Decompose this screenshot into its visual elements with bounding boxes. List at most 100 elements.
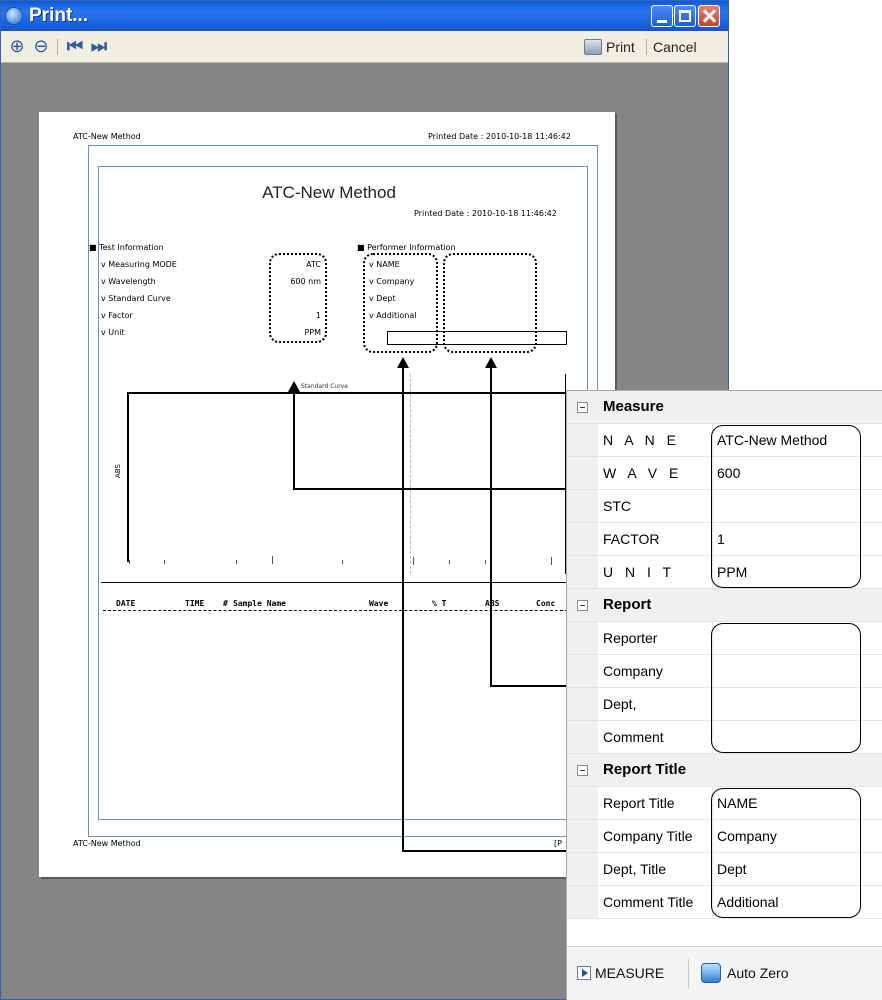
title-bar[interactable]: Print... [1,1,728,31]
category-measure[interactable]: Measure [567,391,882,424]
report-title-values-highlight [711,788,861,918]
property-name: Dept, [603,696,637,712]
property-name: Report Title [603,795,675,811]
property-name: U N I T [603,564,676,580]
collapse-icon[interactable] [577,600,588,611]
close-button[interactable] [698,5,720,27]
property-name: FACTOR [603,531,660,547]
annotation-arrow-line [127,392,129,562]
collapse-icon[interactable] [577,765,588,776]
property-name: Comment Title [603,894,694,910]
test-label: v Measuring MODE [101,260,177,269]
category-label: Measure [603,398,664,415]
property-name: N A N E [603,432,681,448]
annotation-arrow-line [293,391,295,490]
chart-tick [485,560,486,564]
print-label: Print [606,39,635,55]
table-header-divider [103,610,603,611]
auto-zero-label: Auto Zero [727,965,789,981]
cancel-button[interactable]: Cancel [653,37,697,57]
property-name: Dept, Title [603,861,667,877]
toolbar-separator [57,39,58,55]
property-name: Company Title [603,828,693,844]
maximize-button[interactable] [674,5,696,27]
test-value: 1 [315,311,321,320]
panel-action-bar: MEASURE Auto Zero [567,946,882,1000]
test-value: 600 nm [290,277,321,286]
report-printed-date: Printed Date : 2010-10-18 11:46:42 [414,209,557,218]
action-separator [688,959,689,989]
page-header-left: ATC-New Method [73,132,141,141]
column-header: Wave [369,599,389,608]
window-title: Print... [29,5,89,26]
page-footer-right: [P [554,839,562,848]
first-page-icon[interactable]: ⏮ [65,37,85,57]
property-name: W A V E [603,465,683,481]
zoom-in-icon[interactable]: ⊕ [7,37,27,57]
next-page-icon[interactable]: ⏭ [89,37,109,57]
annotation-arrow-line [490,367,492,687]
page-footer-left: ATC-New Method [73,839,141,848]
property-name: Reporter [603,630,658,646]
report-title: ATC-New Method [262,183,396,202]
chart-title: Standard Curve [301,383,348,390]
print-preview-page: ATC-New Method Printed Date : 2010-10-18… [39,112,615,877]
test-info-heading: ■ Test Information [89,243,164,252]
chart-tick [129,560,130,564]
toolbar: ⊕ ⊖ ⏮ ⏭ Print Cancel [1,31,728,63]
test-label: v Wavelength [101,277,156,286]
chart-tick [236,560,237,564]
chart-tick [551,557,552,565]
category-label: Report Title [603,761,687,778]
chart-gridline [410,374,411,574]
annotation-arrow-line [402,367,404,852]
property-name: Comment [603,729,664,745]
performer-label: v Dept [369,294,396,303]
report-values-highlight [711,623,861,753]
test-value: ATC [306,260,321,269]
auto-zero-icon [701,963,721,983]
app-icon [5,7,23,25]
property-name: STC [603,498,631,514]
measure-values-highlight [711,425,861,588]
column-header: Conc [536,599,556,608]
test-label: v Unit [101,328,125,337]
column-header: DATE [116,599,136,608]
performer-label: v Company [369,277,415,286]
toolbar-separator [646,39,647,55]
column-header: Sample Name [233,599,286,608]
collapse-icon[interactable] [577,402,588,413]
play-icon [577,966,591,980]
column-header: TIME [185,599,205,608]
column-header: ABS [485,599,500,608]
auto-zero-button[interactable]: Auto Zero [701,963,788,983]
measure-button-label: MEASURE [595,965,665,981]
chart-bottom-line [101,582,566,583]
category-label: Report [603,596,652,613]
annotation-arrow-line [127,392,567,394]
chart-tick [164,560,165,564]
property-name: Company [603,663,663,679]
test-label: v Factor [101,311,133,320]
chart-tick [342,560,343,564]
print-button[interactable]: Print [584,37,635,57]
column-header: # [223,599,228,608]
category-report[interactable]: Report [567,589,882,622]
measure-button[interactable]: MEASURE [577,965,664,981]
performer-info-heading: ■ Performer Information [357,243,456,252]
page-header-right: Printed Date : 2010-10-18 11:46:42 [428,132,571,141]
printer-icon [584,39,602,55]
chart-tick [449,560,450,564]
chart-tick [272,556,273,564]
property-grid-panel: Measure N A N E ATC-New Method W A V E 6… [566,390,882,1000]
minimize-button[interactable] [651,5,673,27]
y-axis-label: ABS [113,464,122,478]
column-header: % T [432,599,447,608]
test-value: PPM [304,328,321,337]
test-label: v Standard Curve [101,294,171,303]
chart-tick [413,557,414,565]
performer-label: v Additional [369,311,417,320]
performer-label: v NAME [369,260,400,269]
category-report-title[interactable]: Report Title [567,754,882,787]
zoom-out-icon[interactable]: ⊖ [31,37,51,57]
